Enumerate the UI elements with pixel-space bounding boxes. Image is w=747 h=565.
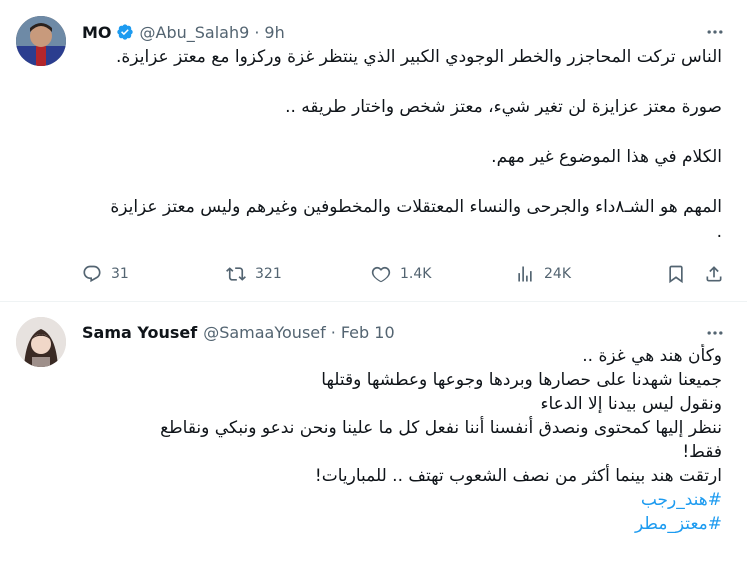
avatar[interactable] — [16, 16, 66, 66]
share-button[interactable] — [704, 262, 724, 286]
author-handle[interactable]: @Abu_Salah9 — [140, 23, 250, 42]
tweet-paragraph: الناس تركت المحاجزر والخطر الوجودي الكبي… — [116, 47, 722, 67]
tweet-header: MO @Abu_Salah9 · 9h — [82, 20, 285, 44]
views-button[interactable]: 24K — [515, 262, 571, 286]
tweet-line: فقط! — [682, 442, 722, 462]
tweet-mo[interactable]: MO @Abu_Salah9 · 9h الناس تركت المحاجزر … — [0, 0, 747, 301]
tweet-line: جميعنا شهدنا على حصارها وبردها وجوعها وع… — [321, 370, 722, 390]
tweet-sama[interactable]: Sama Yousef @SamaaYousef · Feb 10 وكأن ه… — [0, 302, 747, 565]
avatar[interactable] — [16, 317, 66, 367]
author-name[interactable]: MO — [82, 23, 112, 42]
bookmark-icon — [669, 265, 683, 284]
tweet-line: وكأن هند هي غزة .. — [582, 346, 722, 366]
retweet-count: 321 — [255, 266, 282, 282]
bookmark-button[interactable] — [666, 262, 686, 286]
tweet-line: ارتقت هند بينما أكثر من نصف الشعوب تهتف … — [314, 466, 722, 486]
separator-dot: · — [254, 22, 260, 42]
share-icon — [706, 266, 722, 282]
tweet-header: Sama Yousef @SamaaYousef · Feb 10 — [82, 320, 395, 344]
more-icon[interactable] — [705, 323, 725, 343]
separator-dot: · — [330, 322, 336, 342]
tweet-line: ونقول ليس بيدنا إلا الدعاء — [540, 394, 722, 414]
hashtag-link[interactable]: #معتز_مطر — [82, 512, 722, 536]
tweet-time[interactable]: 9h — [264, 23, 284, 42]
tweet-time[interactable]: Feb 10 — [341, 323, 395, 342]
views-count: 24K — [544, 266, 571, 282]
verified-badge-icon — [116, 23, 134, 41]
hashtag-link[interactable]: #هند_رجب — [82, 488, 722, 512]
reply-icon — [83, 265, 101, 283]
author-name[interactable]: Sama Yousef — [82, 323, 197, 342]
views-icon — [518, 266, 532, 282]
more-icon[interactable] — [705, 22, 725, 42]
reply-count: 31 — [111, 266, 129, 282]
like-button[interactable]: 1.4K — [371, 262, 431, 286]
author-handle[interactable]: @SamaaYousef — [203, 323, 326, 342]
retweet-button[interactable]: 321 — [226, 262, 282, 286]
tweet-line: ننظر إليها كمحتوى ونصدق أنفسنا أننا نفعل… — [160, 418, 722, 438]
retweet-icon — [226, 267, 246, 281]
tweet-paragraph-end: . — [716, 222, 722, 242]
like-icon — [371, 266, 391, 283]
tweet-paragraph: المهم هو الشـ٨داء والجرحى والنساء المعتق… — [110, 197, 722, 217]
tweet-text: وكأن هند هي غزة .. جميعنا شهدنا على حصار… — [82, 344, 722, 536]
tweet-actions: 31 321 1.4K 24K — [82, 262, 727, 286]
tweet-paragraph: صورة معتز عزايزة لن تغير شيء، معتز شخص و… — [285, 97, 722, 117]
tweet-text: الناس تركت المحاجزر والخطر الوجودي الكبي… — [82, 45, 722, 245]
like-count: 1.4K — [400, 266, 432, 282]
tweet-paragraph: الكلام في هذا الموضوع غير مهم. — [491, 147, 722, 167]
reply-button[interactable]: 31 — [82, 262, 129, 286]
